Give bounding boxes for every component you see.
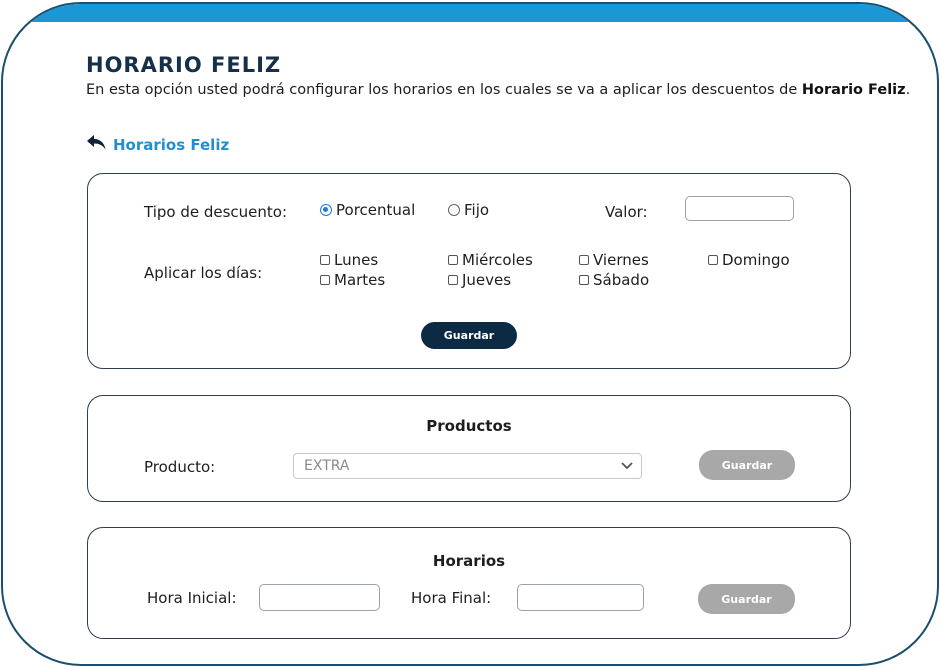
checkbox-jueves-label: Jueves [462, 271, 512, 289]
save-discount-button[interactable]: Guardar [421, 322, 517, 349]
checkbox-lunes-label: Lunes [334, 251, 379, 269]
checkbox-icon [320, 255, 330, 265]
products-card: Productos Producto: EXTRA Guardar [87, 395, 851, 502]
checkbox-viernes[interactable]: Viernes [579, 251, 649, 269]
checkbox-miercoles[interactable]: Miércoles [448, 251, 533, 269]
start-time-label: Hora Inicial: [147, 589, 237, 607]
checkbox-miercoles-label: Miércoles [462, 251, 533, 269]
product-select[interactable]: EXTRA [293, 453, 642, 479]
discount-card: Tipo de descuento: Porcentual Fijo Valor… [87, 173, 851, 369]
checkbox-martes[interactable]: Martes [320, 271, 385, 289]
back-link-label: Horarios Feliz [113, 135, 230, 154]
product-label: Producto: [144, 458, 216, 476]
save-product-button[interactable]: Guardar [699, 450, 795, 480]
end-time-label: Hora Final: [411, 589, 492, 607]
value-label: Valor: [605, 203, 648, 221]
chevron-down-icon [621, 458, 633, 474]
radio-fijo-label: Fijo [464, 201, 490, 219]
description-text: En esta opción usted podrá configurar lo… [86, 82, 802, 98]
page-title: HORARIO FELIZ [86, 53, 282, 77]
products-heading: Productos [426, 417, 512, 435]
back-link[interactable]: Horarios Feliz [86, 134, 229, 155]
checkbox-icon [579, 255, 589, 265]
checkbox-icon [708, 255, 718, 265]
page-description: En esta opción usted podrá configurar lo… [86, 82, 910, 98]
days-label: Aplicar los días: [144, 264, 263, 282]
top-bar [3, 4, 937, 22]
discount-type-label: Tipo de descuento: [144, 203, 288, 221]
checkbox-sabado[interactable]: Sábado [579, 271, 649, 289]
checkbox-martes-label: Martes [334, 271, 386, 289]
checkbox-sabado-label: Sábado [593, 271, 650, 289]
checkbox-domingo-label: Domingo [722, 251, 790, 269]
value-input[interactable] [685, 196, 794, 221]
product-select-value: EXTRA [304, 458, 350, 474]
radio-selected-icon [320, 204, 332, 216]
description-end: . [905, 82, 911, 98]
radio-fijo[interactable]: Fijo [448, 201, 489, 219]
main-panel: HORARIO FELIZ En esta opción usted podrá… [1, 2, 939, 666]
back-arrow-icon [86, 134, 107, 155]
checkbox-lunes[interactable]: Lunes [320, 251, 378, 269]
end-time-input[interactable] [517, 584, 644, 611]
schedule-heading: Horarios [432, 552, 506, 570]
description-bold: Horario Feliz [801, 82, 906, 98]
checkbox-jueves[interactable]: Jueves [448, 271, 511, 289]
checkbox-icon [448, 255, 458, 265]
checkbox-viernes-label: Viernes [593, 251, 649, 269]
start-time-input[interactable] [259, 584, 380, 611]
checkbox-icon [579, 275, 589, 285]
radio-porcentual[interactable]: Porcentual [320, 201, 415, 219]
radio-unselected-icon [448, 204, 460, 216]
save-schedule-button[interactable]: Guardar [698, 584, 795, 614]
checkbox-icon [448, 275, 458, 285]
radio-porcentual-label: Porcentual [336, 201, 416, 219]
checkbox-domingo[interactable]: Domingo [708, 251, 790, 269]
checkbox-icon [320, 275, 330, 285]
schedule-card: Horarios Hora Inicial: Hora Final: Guard… [87, 527, 851, 639]
